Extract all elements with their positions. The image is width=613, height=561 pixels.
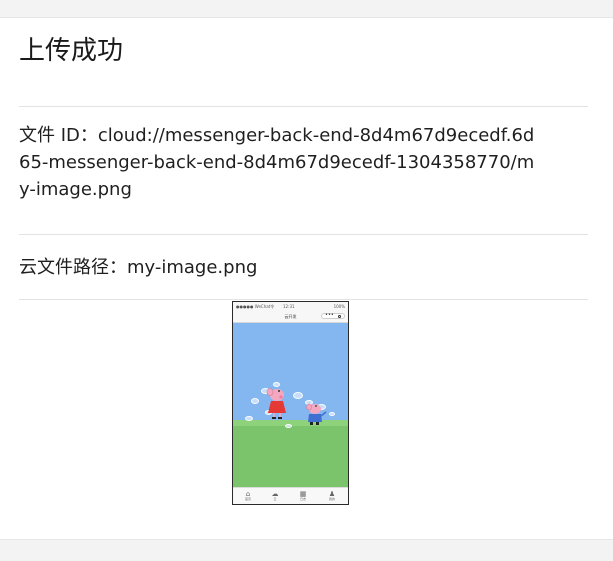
tab-log-icon: ▦ 日志	[299, 490, 307, 501]
cloud-path-text: 云文件路径：my-image.png	[19, 257, 258, 278]
tab-home-icon: ⌂ 首页	[244, 490, 251, 501]
bubble	[329, 412, 335, 416]
bubble	[245, 416, 253, 421]
grass-area	[233, 420, 348, 490]
divider	[19, 106, 588, 107]
bubble	[285, 424, 292, 428]
tab-log-label: 日志	[299, 497, 306, 501]
status-time: 12:31	[283, 304, 295, 309]
status-battery: 100%	[333, 304, 345, 309]
file-id-line-3: y-image.png	[19, 179, 132, 200]
tab-user-label: 我的	[328, 497, 335, 501]
tab-home-label: 首页	[244, 497, 251, 501]
page-title: 上传成功	[19, 36, 124, 66]
phone-nav-bar: 云开发 •••	[233, 311, 348, 323]
capsule-button: •••	[321, 313, 345, 319]
george-pig-figure	[306, 403, 327, 425]
file-id-line-2: 65-messenger-back-end-8d4m67d9ecedf-1304…	[19, 152, 535, 173]
tab-cloud-label: 云	[273, 497, 277, 501]
divider	[19, 234, 588, 235]
divider	[19, 299, 588, 300]
peppa-pig-figure	[266, 388, 286, 419]
bubble	[293, 392, 303, 399]
tab-cloud-icon: ☁ 云	[271, 490, 279, 501]
status-carrier: ●●●●● WeChat令	[236, 304, 275, 309]
uploaded-image-preview[interactable]: ●●●●● WeChat令 12:31 100% 云开发 ••• ⌂ 首页 ☁ …	[232, 301, 349, 505]
close-circle-icon	[338, 315, 341, 318]
tab-user-icon: ♟ 我的	[328, 490, 336, 501]
phone-status-bar: ●●●●● WeChat令 12:31 100%	[233, 302, 348, 311]
phone-tab-bar: ⌂ 首页 ☁ 云 ▦ 日志 ♟ 我的	[233, 487, 348, 504]
file-id-line-1: 文件 ID：cloud://messenger-back-end-8d4m67d…	[19, 125, 535, 146]
more-icon: •••	[325, 312, 334, 318]
bubble	[251, 398, 259, 404]
file-id-text: 文件 ID：cloud://messenger-back-end-8d4m67d…	[19, 122, 589, 203]
